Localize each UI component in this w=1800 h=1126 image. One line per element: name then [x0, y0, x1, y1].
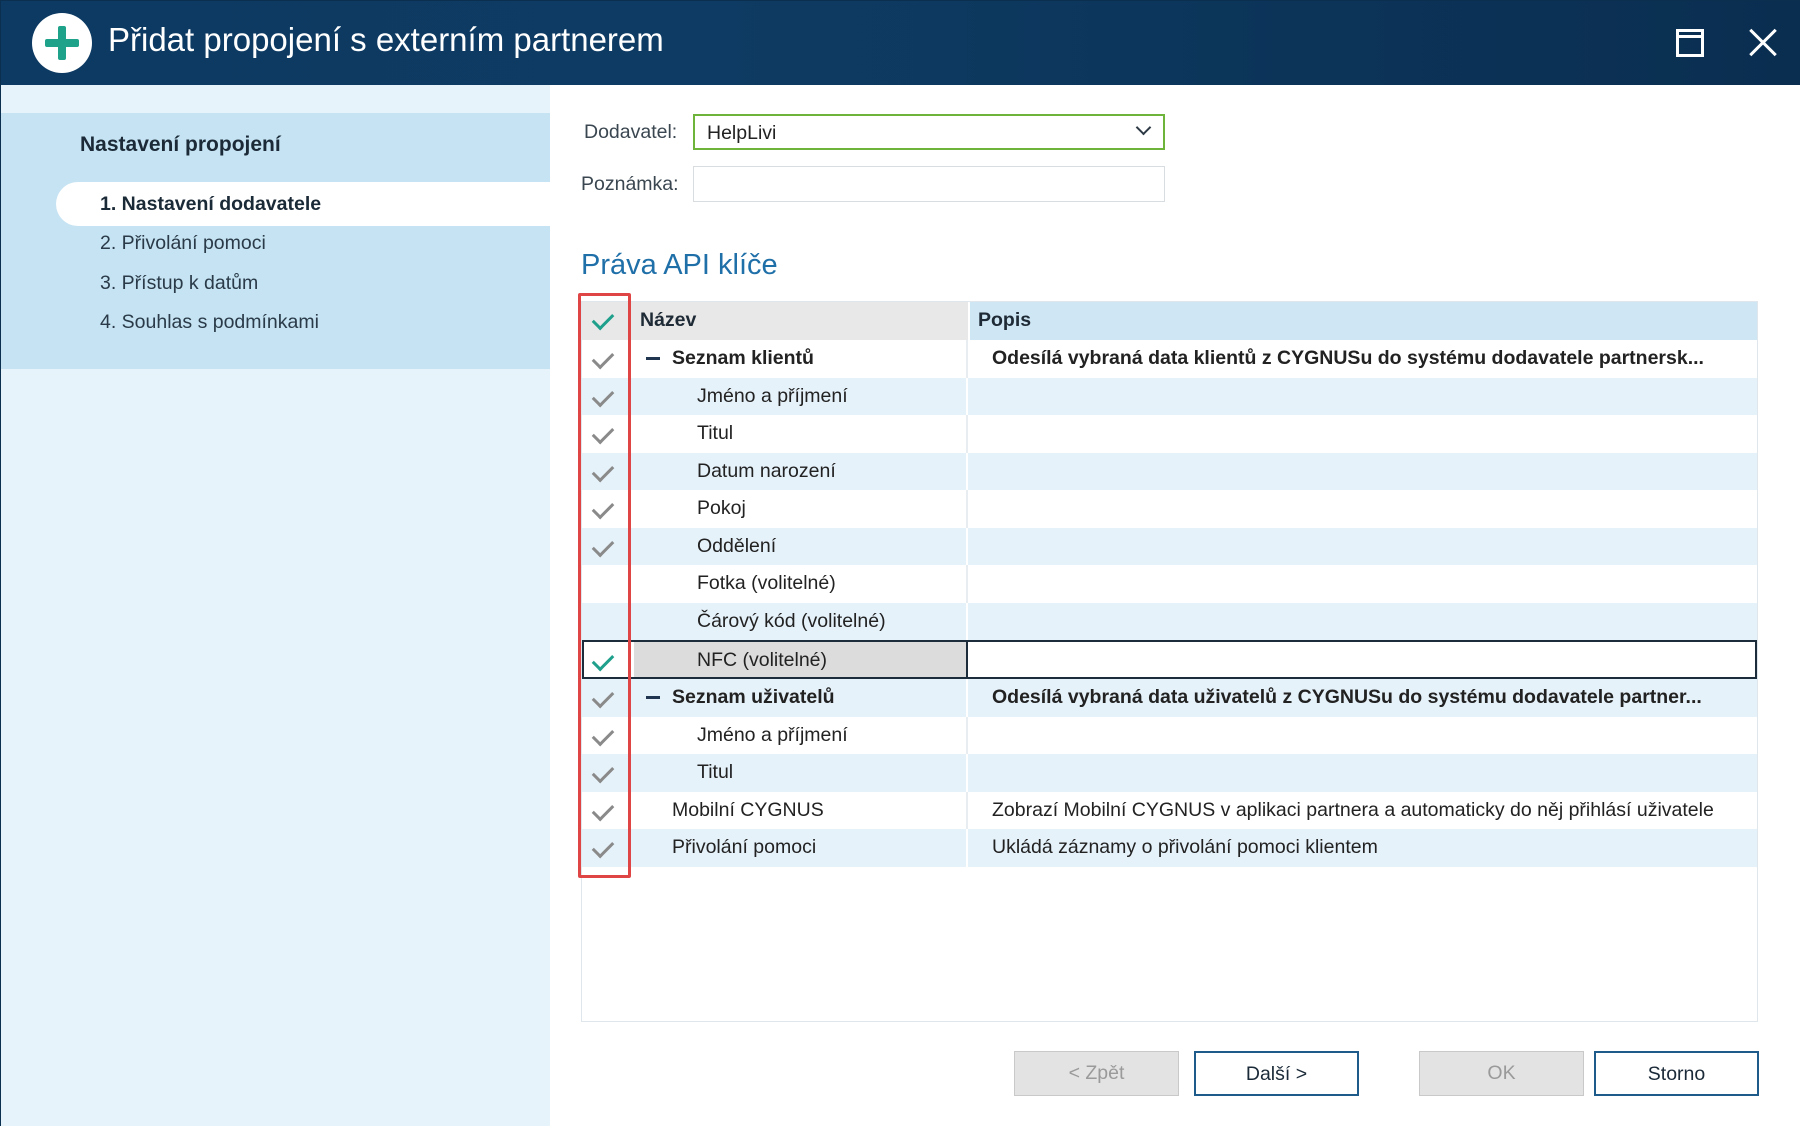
row-name: Jméno a příjmení [697, 384, 848, 407]
supplier-label: Dodavatel: [584, 121, 678, 143]
ok-button[interactable]: OK [1419, 1051, 1584, 1096]
maximize-button[interactable] [1668, 21, 1712, 65]
row-checkbox[interactable] [582, 603, 632, 640]
cancel-button[interactable]: Storno [1594, 1051, 1759, 1096]
note-label: Poznámka: [581, 173, 679, 195]
next-button[interactable]: Další > [1194, 1051, 1359, 1096]
collapse-icon[interactable] [646, 696, 660, 699]
grid-row[interactable]: Fotka (volitelné) [582, 565, 1757, 603]
row-checkbox[interactable] [584, 642, 634, 679]
column-header-name[interactable]: Název [640, 309, 696, 332]
chevron-down-icon [1135, 119, 1152, 136]
wizard-sidebar: Nastavení propojení 1. Nastavení dodavat… [1, 85, 550, 1126]
step-supplier-settings[interactable]: 1. Nastavení dodavatele [56, 182, 550, 226]
row-checkbox[interactable] [582, 453, 632, 490]
row-checkbox[interactable] [582, 528, 632, 565]
window-title: Přidat propojení s externím partnerem [108, 21, 664, 58]
grid-row[interactable]: Seznam klientů Odesílá vybraná data klie… [582, 340, 1757, 378]
sidebar-title: Nastavení propojení [80, 133, 281, 156]
title-bar: Přidat propojení s externím partnerem [1, 1, 1800, 85]
step-data-access[interactable]: 3. Přístup k datům [56, 261, 550, 305]
step-terms-agreement[interactable]: 4. Souhlas s podmínkami [56, 300, 550, 344]
supplier-select[interactable]: HelpLivi [693, 114, 1165, 150]
api-rights-grid: Název Popis Seznam klientů Odesílá vybra… [581, 301, 1758, 1022]
row-checkbox[interactable] [582, 717, 632, 754]
row-checkbox[interactable] [582, 490, 632, 527]
grid-row[interactable]: Titul [582, 415, 1757, 453]
row-name: NFC (volitelné) [697, 649, 828, 671]
grid-row[interactable]: Přivolání pomoci Ukládá záznamy o přivol… [582, 829, 1757, 867]
add-plus-icon [32, 13, 92, 73]
row-checkbox[interactable] [582, 754, 632, 791]
row-name: Čárový kód (volitelné) [697, 609, 886, 632]
row-checkbox[interactable] [582, 340, 632, 377]
row-checkbox[interactable] [582, 415, 632, 452]
close-button[interactable] [1741, 21, 1785, 65]
maximize-icon [1676, 29, 1704, 57]
row-name: Fotka (volitelné) [697, 572, 836, 594]
row-description: Ukládá záznamy o přivolání pomoci klient… [992, 836, 1378, 858]
grid-row[interactable]: Seznam uživatelů Odesílá vybraná data už… [582, 679, 1757, 717]
row-name: Pokoj [697, 497, 746, 519]
grid-row[interactable]: Pokoj [582, 490, 1757, 528]
row-name: Mobilní CYGNUS [672, 798, 824, 821]
supplier-value: HelpLivi [707, 122, 777, 144]
back-button[interactable]: < Zpět [1014, 1051, 1179, 1096]
wizard-steps-panel: Nastavení propojení 1. Nastavení dodavat… [1, 113, 550, 369]
grid-row[interactable]: Oddělení [582, 527, 1757, 565]
column-header-description[interactable]: Popis [978, 309, 1031, 332]
row-name: Titul [697, 422, 734, 444]
note-input[interactable] [693, 166, 1165, 202]
row-checkbox[interactable] [582, 378, 632, 415]
grid-row[interactable]: Jméno a příjmení [582, 377, 1757, 415]
api-rights-title: Práva API klíče [581, 249, 778, 281]
select-all-checkbox[interactable] [582, 302, 632, 340]
row-checkbox[interactable] [582, 679, 632, 716]
step-help-call[interactable]: 2. Přivolání pomoci [56, 221, 550, 265]
dialog-window: Přidat propojení s externím partnerem Na… [0, 0, 1800, 1126]
row-checkbox[interactable] [582, 829, 632, 866]
row-checkbox[interactable] [582, 792, 632, 829]
grid-header: Název Popis [582, 302, 1757, 340]
grid-row[interactable]: Mobilní CYGNUS Zobrazí Mobilní CYGNUS v … [582, 791, 1757, 829]
row-name: Titul [697, 761, 734, 783]
grid-row[interactable]: Titul [582, 754, 1757, 792]
grid-row[interactable]: Čárový kód (volitelné) [582, 602, 1757, 640]
grid-row[interactable]: Jméno a příjmení [582, 716, 1757, 754]
row-description: Odesílá vybraná data klientů z CYGNUSu d… [992, 347, 1704, 369]
row-name: Datum narození [697, 459, 836, 482]
row-name: Seznam uživatelů [672, 686, 835, 708]
row-name: Přivolání pomoci [672, 836, 817, 858]
grid-row-selected[interactable]: NFC (volitelné) [582, 640, 1757, 679]
collapse-icon[interactable] [646, 357, 660, 360]
grid-row[interactable]: Datum narození [582, 452, 1757, 490]
row-name: Oddělení [697, 534, 777, 557]
row-description: Odesílá vybraná data uživatelů z CYGNUSu… [992, 686, 1702, 708]
row-checkbox[interactable] [582, 565, 632, 602]
row-name: Seznam klientů [672, 347, 814, 369]
row-description: Zobrazí Mobilní CYGNUS v aplikaci partne… [992, 798, 1714, 821]
row-name: Jméno a příjmení [697, 723, 848, 746]
